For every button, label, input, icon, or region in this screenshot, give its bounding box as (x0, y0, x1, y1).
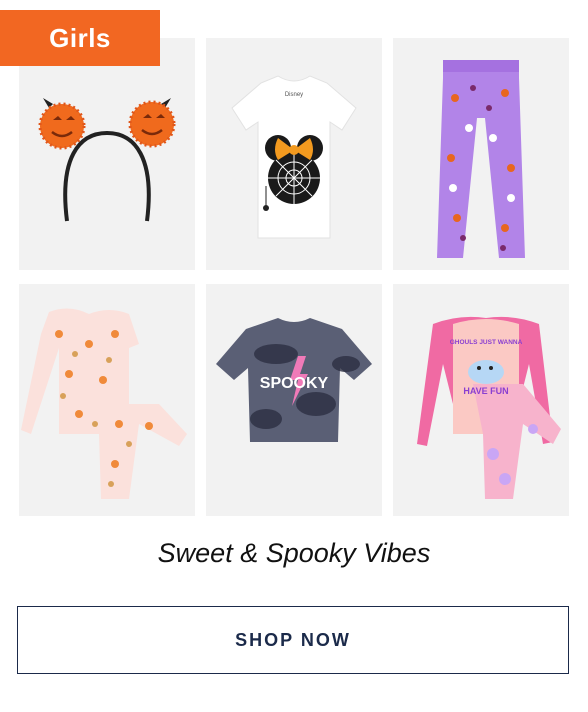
category-badge: Girls (0, 10, 160, 66)
product-tile-minnie-tee[interactable]: Disney (206, 38, 382, 270)
spooky-tee-image: SPOOKY (216, 318, 372, 442)
ghouls-pajamas-image: GHOULS JUST WANNA HAVE FUN (417, 316, 561, 499)
product-tile-pumpkin-pajamas[interactable] (19, 284, 195, 516)
pumpkin-pajamas-image (21, 308, 187, 499)
minnie-tee-image: Disney (231, 75, 357, 239)
ghouls-text-bottom: HAVE FUN (463, 386, 508, 396)
product-grid: Disney SPOOKY GHOULS JUST WANNA HAVE FUN (19, 38, 569, 516)
product-tile-spooky-tee[interactable]: SPOOKY (206, 284, 382, 516)
tee-tag-text: Disney (285, 92, 303, 98)
shop-now-button[interactable]: SHOP NOW (17, 606, 569, 674)
product-tile-ghouls-pajamas[interactable]: GHOULS JUST WANNA HAVE FUN (393, 284, 569, 516)
purple-leggings-image (437, 60, 525, 258)
pumpkin-headband-image (38, 98, 176, 222)
spooky-text: SPOOKY (260, 375, 329, 392)
ghouls-text-top: GHOULS JUST WANNA (450, 339, 523, 346)
promo-tagline: Sweet & Spooky Vibes (157, 538, 431, 568)
product-tile-headband[interactable] (19, 38, 195, 270)
product-tile-leggings[interactable] (393, 38, 569, 270)
